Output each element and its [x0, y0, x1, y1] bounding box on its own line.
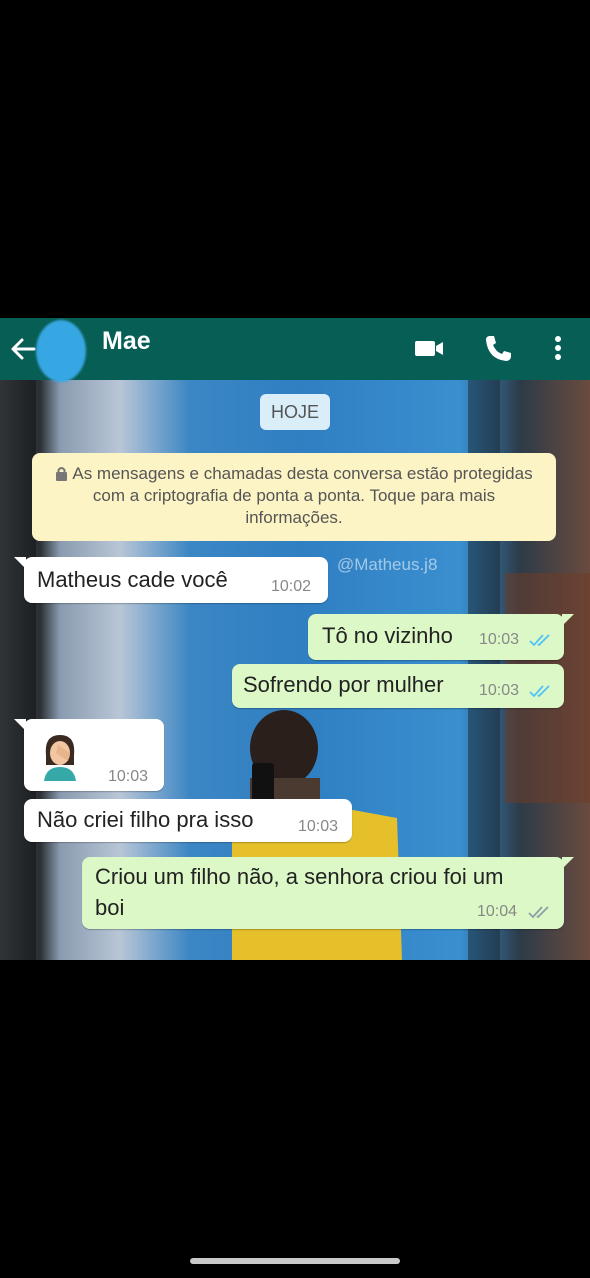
message-outgoing[interactable]: Sofrendo por mulher 10:03 [232, 664, 564, 708]
encryption-notice-text: As mensagens e chamadas desta conversa e… [72, 464, 533, 527]
lock-icon [56, 467, 68, 481]
video-call-icon[interactable] [413, 332, 445, 364]
message-text-line-2: boi [95, 895, 125, 920]
message-time: 10:02 [271, 578, 312, 595]
woman-facepalming-emoji-icon [44, 735, 76, 781]
date-separator: HOJE [260, 394, 330, 430]
encryption-notice[interactable]: As mensagens e chamadas desta conversa e… [32, 453, 556, 541]
bubble-tail [14, 557, 26, 569]
message-incoming[interactable]: Matheus cade você 10:02 [14, 557, 328, 603]
bubble-tail [562, 857, 574, 869]
watermark: @Matheus.j8 [337, 555, 438, 574]
contact-avatar[interactable] [36, 320, 86, 382]
message-outgoing[interactable]: Criou um filho não, a senhora criou foi … [82, 857, 574, 929]
message-time: 10:03 [479, 682, 520, 699]
read-receipt-icon [528, 906, 549, 919]
back-arrow-icon[interactable] [8, 334, 38, 364]
read-receipt-icon [529, 634, 550, 647]
message-text: Sofrendo por mulher [243, 672, 444, 697]
chat-header: Mae [0, 318, 590, 382]
message-incoming-emoji[interactable]: 10:03 [14, 719, 164, 791]
message-time: 10:04 [477, 903, 518, 920]
read-receipt-icon [529, 685, 550, 698]
message-incoming[interactable]: Não criei filho pra isso 10:03 [24, 799, 352, 842]
chat-screenshot: Mae HOJE As mensagens e chamadas desta c… [0, 318, 590, 960]
bubble-tail [562, 614, 574, 626]
message-text: Matheus cade você [37, 567, 228, 592]
phone-icon[interactable] [482, 332, 514, 364]
more-vert-icon[interactable] [542, 332, 574, 364]
background-door-frame [0, 380, 36, 960]
message-time: 10:03 [298, 818, 339, 835]
message-text-line-1: Criou um filho não, a senhora criou foi … [95, 864, 504, 889]
home-indicator[interactable] [190, 1258, 400, 1264]
message-time: 10:03 [479, 631, 520, 648]
contact-name[interactable]: Mae [102, 327, 151, 356]
message-text: Não criei filho pra isso [37, 807, 254, 832]
message-outgoing[interactable]: Tô no vizinho 10:03 [308, 614, 574, 660]
message-text: Tô no vizinho [322, 623, 453, 648]
bubble-tail [14, 719, 26, 731]
message-time: 10:03 [108, 768, 149, 785]
